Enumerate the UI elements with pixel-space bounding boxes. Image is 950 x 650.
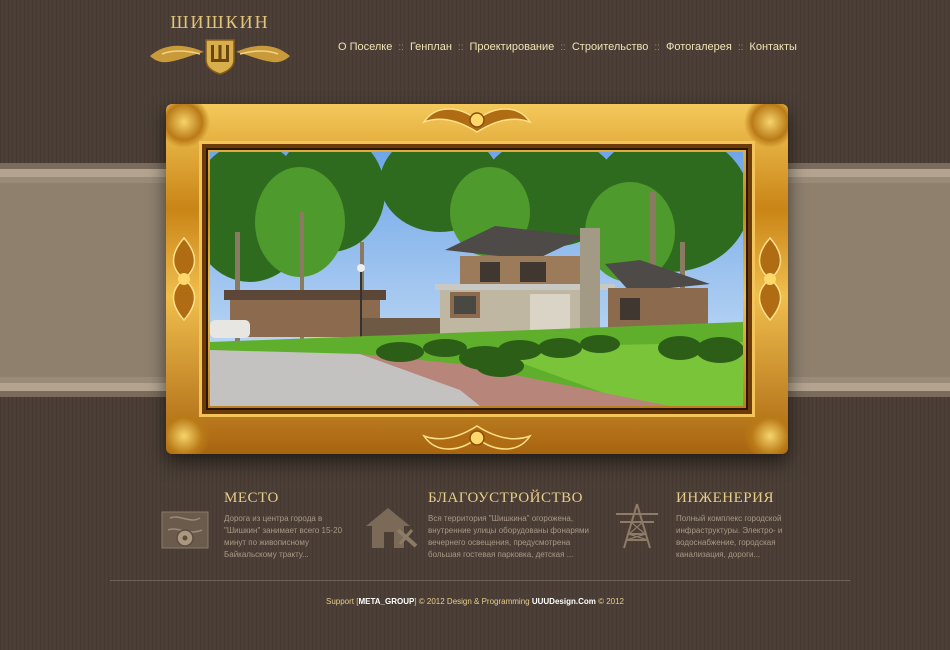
nav-separator: :: (737, 41, 744, 53)
frame-ornament-left-icon (172, 236, 196, 322)
footer-design-suffix: © 2012 (595, 597, 624, 606)
feature-title[interactable]: МЕСТО (224, 490, 279, 507)
nav-item-design[interactable]: Проектирование (469, 41, 554, 53)
nav-separator: :: (457, 41, 464, 53)
footer-support-prefix: Support [ (326, 597, 359, 606)
frame-ornament-bottom-icon (422, 425, 532, 450)
feature-title[interactable]: ИНЖЕНЕРИЯ (676, 490, 774, 507)
feature-text: Дорога из центра города в "Шишкин" заним… (224, 514, 343, 559)
site-logo[interactable]: ШИШКИН (146, 12, 294, 75)
feature-text: Вся территория "Шишкина" огорожена, внут… (428, 514, 589, 559)
power-tower-icon (616, 503, 658, 549)
nav-item-genplan[interactable]: Генплан (410, 41, 452, 53)
footer-support-link[interactable]: META_GROUP (358, 597, 414, 606)
nav-item-gallery[interactable]: Фотогалерея (666, 41, 732, 53)
hero-house-image[interactable] (210, 152, 743, 406)
nav-separator: :: (560, 41, 566, 53)
footer-divider (110, 580, 850, 581)
footer: Support [META_GROUP] © 2012 Design & Pro… (0, 597, 950, 606)
feature-text: Полный комплекс городской инфраструктуры… (676, 514, 783, 559)
feature-title[interactable]: БЛАГОУСТРОЙСТВО (428, 490, 583, 507)
nav-separator: :: (398, 41, 404, 53)
nav-item-about[interactable]: О Поселке (338, 41, 392, 53)
house-tools-icon (366, 508, 418, 548)
footer-design-link[interactable]: UUUDesign.Com (532, 597, 596, 606)
logo-text: ШИШКИН (170, 12, 270, 32)
main-nav: О Поселке :: Генплан :: Проектирование :… (338, 41, 797, 53)
frame-ornament-top-icon (422, 108, 532, 133)
frame-ornament-right-icon (758, 236, 782, 322)
nav-item-construction[interactable]: Строительство (572, 41, 649, 53)
nav-separator: :: (654, 41, 660, 53)
logo-emblem-icon (150, 39, 290, 75)
footer-support-suffix: ] © 2012 Design & Programming (414, 597, 532, 606)
nav-item-contacts[interactable]: Контакты (749, 41, 797, 53)
location-compass-icon (161, 511, 209, 549)
